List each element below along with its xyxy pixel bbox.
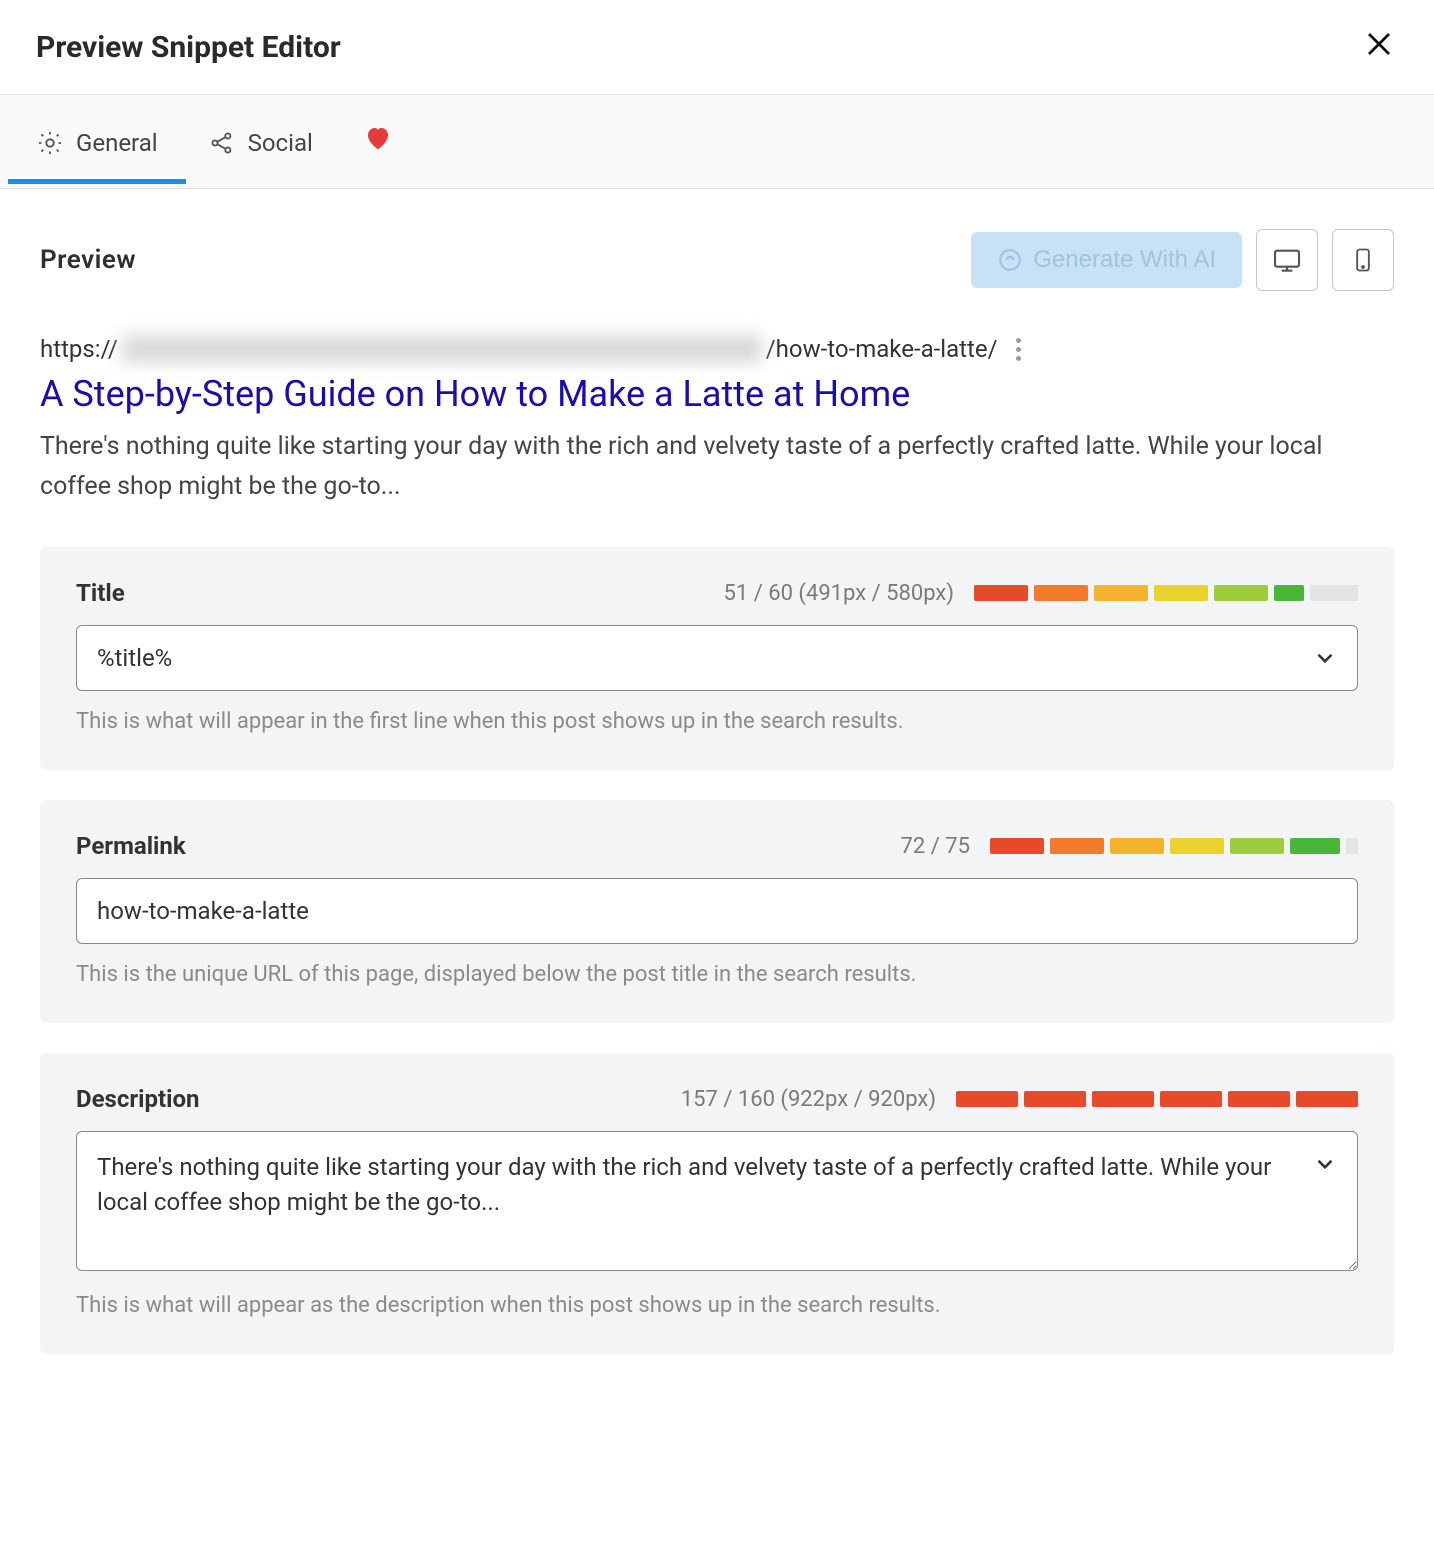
title-help: This is what will appear in the first li… <box>76 709 1358 734</box>
close-icon <box>1364 29 1394 59</box>
tab-general-label: General <box>76 129 158 157</box>
mobile-icon <box>1349 246 1377 274</box>
favorite-button[interactable] <box>363 95 393 188</box>
desktop-icon <box>1271 244 1303 276</box>
preview-label: Preview <box>40 245 136 275</box>
tab-social[interactable]: Social <box>208 101 313 183</box>
description-help: This is what will appear as the descript… <box>76 1293 1358 1318</box>
close-button[interactable] <box>1360 28 1398 66</box>
tab-general[interactable]: General <box>36 101 158 183</box>
description-label: Description <box>76 1085 200 1113</box>
description-strength-bar <box>956 1091 1358 1107</box>
permalink-help: This is the unique URL of this page, dis… <box>76 962 1358 987</box>
ai-icon <box>997 247 1023 273</box>
title-input[interactable] <box>76 625 1358 691</box>
title-counter: 51 / 60 (491px / 580px) <box>724 581 954 606</box>
permalink-input[interactable] <box>76 878 1358 944</box>
gear-icon <box>36 129 64 157</box>
serp-url-redacted <box>122 335 762 363</box>
title-field-card: Title 51 / 60 (491px / 580px) This is wh… <box>40 547 1394 770</box>
modal-header: Preview Snippet Editor <box>0 0 1434 95</box>
tabs: General Social <box>0 95 1434 189</box>
serp-title[interactable]: A Step-by-Step Guide on How to Make a La… <box>40 373 1394 415</box>
share-icon <box>208 129 236 157</box>
heart-icon <box>363 123 393 153</box>
permalink-label: Permalink <box>76 832 186 860</box>
permalink-strength-bar <box>990 838 1358 854</box>
serp-description: There's nothing quite like starting your… <box>40 427 1340 507</box>
tab-social-label: Social <box>248 129 313 157</box>
serp-preview: https:// /how-to-make-a-latte/ A Step-by… <box>40 335 1394 507</box>
title-label: Title <box>76 579 125 607</box>
description-input[interactable] <box>76 1131 1358 1271</box>
serp-menu-button[interactable] <box>1016 338 1021 361</box>
serp-url: https:// /how-to-make-a-latte/ <box>40 335 1394 363</box>
serp-url-prefix: https:// <box>40 335 118 363</box>
permalink-field-card: Permalink 72 / 75 This is the unique URL… <box>40 800 1394 1023</box>
preview-header: Preview Generate With AI <box>40 229 1394 291</box>
description-field-card: Description 157 / 160 (922px / 920px) Th… <box>40 1053 1394 1354</box>
mobile-view-button[interactable] <box>1332 229 1394 291</box>
permalink-counter: 72 / 75 <box>901 834 970 859</box>
generate-ai-button[interactable]: Generate With AI <box>971 232 1242 288</box>
modal-title: Preview Snippet Editor <box>36 30 341 65</box>
title-strength-bar <box>974 585 1358 601</box>
generate-ai-label: Generate With AI <box>1033 246 1216 274</box>
description-counter: 157 / 160 (922px / 920px) <box>681 1087 936 1112</box>
desktop-view-button[interactable] <box>1256 229 1318 291</box>
serp-url-suffix: /how-to-make-a-latte/ <box>766 335 998 363</box>
